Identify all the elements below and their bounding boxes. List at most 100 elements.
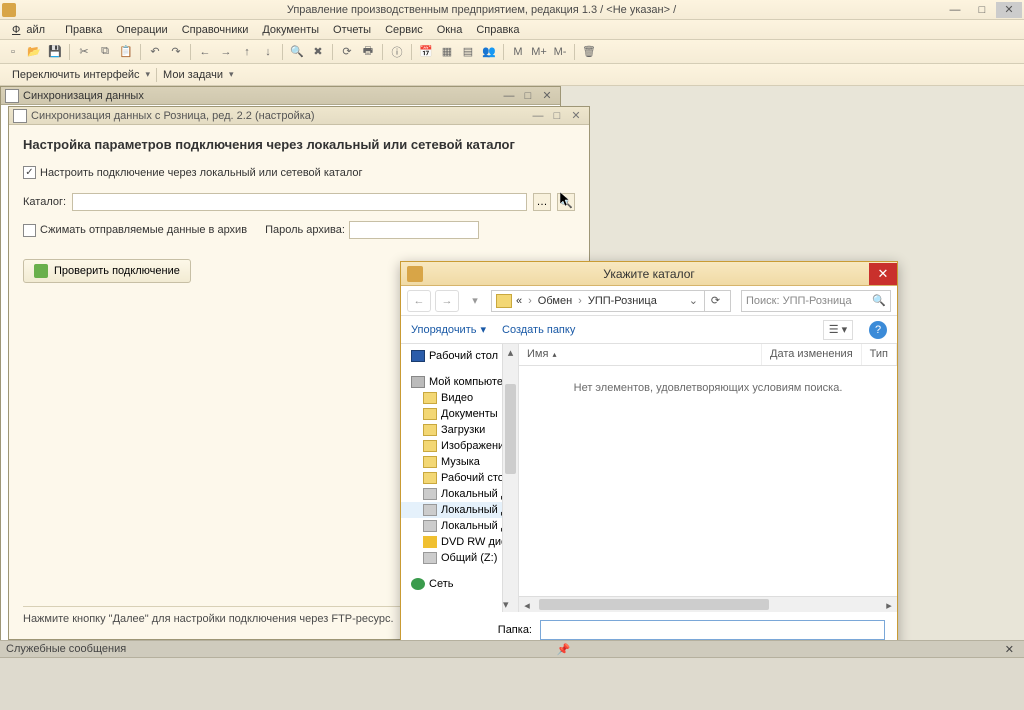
users-icon[interactable]: 👥 [480, 43, 498, 61]
mplus-icon[interactable]: M+ [530, 43, 548, 61]
folder-input[interactable] [540, 620, 885, 640]
settings-heading: Настройка параметров подключения через л… [23, 137, 575, 152]
menu-sprav[interactable]: Справочники [176, 22, 255, 38]
menu-help[interactable]: Справка [470, 22, 525, 38]
my-tasks-dropdown[interactable]: Мои задачи [157, 67, 239, 83]
col-type[interactable]: Тип [862, 344, 897, 365]
nav-forward-button[interactable]: → [435, 290, 459, 312]
tree-localdisk2[interactable]: Локальный диск [401, 502, 518, 518]
fwd-icon[interactable]: → [217, 43, 235, 61]
catalog-input[interactable] [72, 193, 527, 211]
search-input[interactable]: Поиск: УПП-Розница 🔍 [741, 290, 891, 312]
list-scrollbar[interactable]: ◂▸ [519, 596, 897, 612]
tree-shared[interactable]: Общий (Z:) [401, 550, 518, 566]
win2-minimize[interactable]: — [529, 109, 547, 123]
search-placeholder: Поиск: УПП-Розница [746, 295, 852, 307]
folder-label: Папка: [498, 624, 532, 636]
local-catalog-label: Настроить подключение через локальный ил… [40, 167, 363, 179]
info-icon[interactable]: ⓘ [388, 43, 406, 61]
new-icon[interactable]: ▫ [4, 43, 22, 61]
statusbar-title: Служебные сообщения [6, 643, 126, 655]
check-icon [34, 264, 48, 278]
breadcrumb-root[interactable]: « [514, 295, 524, 307]
tree-video[interactable]: Видео [401, 390, 518, 406]
menu-file[interactable]: Файл [6, 22, 57, 38]
up-icon[interactable]: ↑ [238, 43, 256, 61]
tree-images[interactable]: Изображения [401, 438, 518, 454]
tree-network[interactable]: Сеть [401, 576, 518, 592]
organize-dropdown[interactable]: Упорядочить ▾ [411, 323, 486, 336]
redo-icon[interactable]: ↷ [167, 43, 185, 61]
switch-interface-dropdown[interactable]: Переключить интерфейс [6, 67, 156, 83]
tree-docs[interactable]: Документы [401, 406, 518, 422]
menu-reports[interactable]: Отчеты [327, 22, 377, 38]
delete-icon[interactable]: ✖ [309, 43, 327, 61]
cut-icon[interactable]: ✂ [75, 43, 93, 61]
m-icon[interactable]: M [509, 43, 527, 61]
win2-close[interactable]: ✕ [567, 109, 585, 123]
archive-pass-input[interactable] [349, 221, 479, 239]
app-logo-icon [2, 3, 16, 17]
sync-settings-title: Синхронизация данных с Розница, ред. 2.2… [31, 110, 528, 122]
nav-up-button[interactable]: ▾ [463, 290, 487, 312]
compress-checkbox[interactable] [23, 224, 36, 237]
win1-minimize[interactable]: — [500, 89, 518, 103]
find-icon[interactable]: 🔍 [288, 43, 306, 61]
breadcrumb[interactable]: « › Обмен › УПП-Розница ⌄ ⟳ [491, 290, 731, 312]
help-button[interactable]: ? [869, 321, 887, 339]
menu-operations[interactable]: Операции [110, 22, 173, 38]
down-icon[interactable]: ↓ [259, 43, 277, 61]
maximize-button[interactable]: □ [969, 2, 995, 18]
minimize-button[interactable]: — [942, 2, 968, 18]
tree-desktop[interactable]: Рабочий стол [401, 348, 518, 364]
local-catalog-checkbox[interactable]: ✓ [23, 166, 36, 179]
menu-edit[interactable]: Правка [59, 22, 108, 38]
test-connection-button[interactable]: Проверить подключение [23, 259, 191, 283]
save-icon[interactable]: 💾 [46, 43, 64, 61]
breadcrumb-seg2[interactable]: УПП-Розница [586, 295, 659, 307]
refresh-icon[interactable]: ⟳ [338, 43, 356, 61]
tree-desktop2[interactable]: Рабочий стол [401, 470, 518, 486]
statusbar-close[interactable]: ✕ [1001, 643, 1018, 656]
win1-close[interactable]: ✕ [538, 89, 556, 103]
calc-icon[interactable]: ▦ [438, 43, 456, 61]
tree-localdisk1[interactable]: Локальный диск [401, 486, 518, 502]
close-button[interactable]: ✕ [996, 2, 1022, 18]
copy-icon[interactable]: ⧉ [96, 43, 114, 61]
win1-maximize[interactable]: □ [519, 89, 537, 103]
catalog-search-button[interactable]: 🔍 [557, 193, 575, 211]
print-icon[interactable]: 🖶 [359, 43, 377, 61]
menu-docs[interactable]: Документы [256, 22, 325, 38]
tree-scrollbar[interactable]: ▴ ▾ [502, 344, 518, 612]
sync-data-titlebar: Синхронизация данных — □ ✕ [1, 87, 560, 105]
refresh-button[interactable]: ⟳ [704, 290, 726, 312]
tree-dvd[interactable]: DVD RW дисково [401, 534, 518, 550]
folder-dialog-close[interactable]: ✕ [869, 263, 897, 285]
folder-tree: Рабочий стол Мой компьютер - Видео Докум… [401, 344, 519, 612]
breadcrumb-dropdown[interactable]: ⌄ [685, 294, 702, 307]
sync-settings-titlebar: Синхронизация данных с Розница, ред. 2.2… [9, 107, 589, 125]
nav-back-button[interactable]: ← [407, 290, 431, 312]
undo-icon[interactable]: ↶ [146, 43, 164, 61]
paste-icon[interactable]: 📋 [117, 43, 135, 61]
tree-downloads[interactable]: Загрузки [401, 422, 518, 438]
addon-icon[interactable]: ▤ [459, 43, 477, 61]
tree-music[interactable]: Музыка [401, 454, 518, 470]
tree-localdisk3[interactable]: Локальный диск [401, 518, 518, 534]
win2-maximize[interactable]: □ [548, 109, 566, 123]
tree-mycomputer[interactable]: Мой компьютер - [401, 374, 518, 390]
breadcrumb-seg1[interactable]: Обмен [536, 295, 574, 307]
menu-windows[interactable]: Окна [431, 22, 469, 38]
col-date[interactable]: Дата изменения [762, 344, 862, 365]
new-folder-button[interactable]: Создать папку [502, 324, 575, 336]
mminus-icon[interactable]: M- [551, 43, 569, 61]
menu-service[interactable]: Сервис [379, 22, 429, 38]
statusbar-pin[interactable]: 📌 [553, 643, 575, 656]
col-name[interactable]: Имя▴ [519, 344, 762, 365]
calendar-icon[interactable]: 📅 [417, 43, 435, 61]
open-icon[interactable]: 📂 [25, 43, 43, 61]
catalog-browse-button[interactable]: … [533, 193, 551, 211]
trash-icon[interactable]: 🗑 [580, 43, 598, 61]
view-mode-button[interactable]: ☰ ▾ [823, 320, 853, 340]
back-icon[interactable]: ← [196, 43, 214, 61]
